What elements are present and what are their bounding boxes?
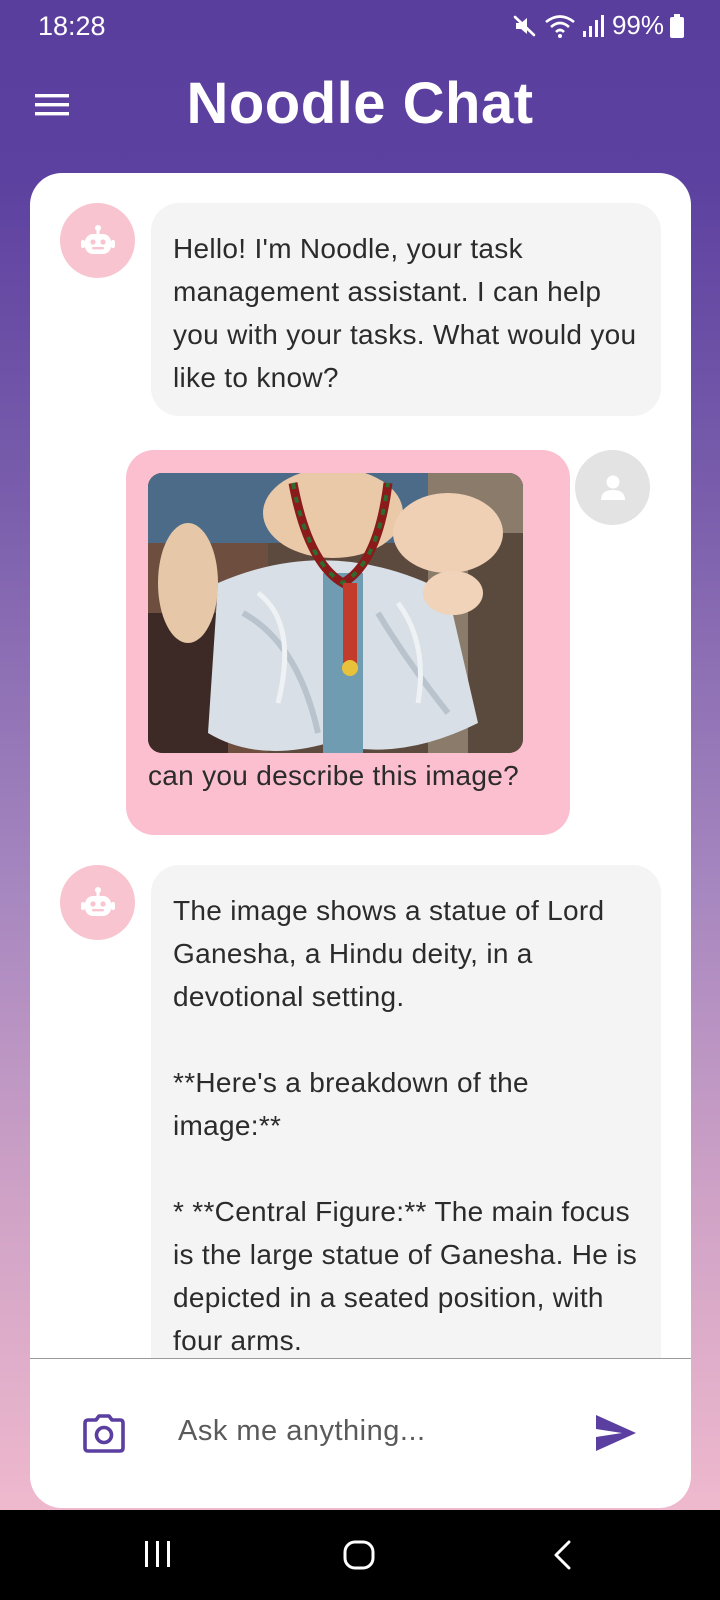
recent-apps-icon xyxy=(145,1541,170,1567)
bot-message-text: The image shows a statue of Lord Ganesha… xyxy=(173,895,638,1356)
bot-message-bubble: The image shows a statue of Lord Ganesha… xyxy=(151,865,661,1358)
robot-icon xyxy=(80,886,115,916)
back-button[interactable] xyxy=(551,1540,573,1575)
battery-icon xyxy=(670,13,684,38)
status-icons: 99% xyxy=(512,10,684,41)
user-avatar xyxy=(575,450,650,525)
bot-avatar xyxy=(60,865,135,940)
wifi-icon xyxy=(544,13,576,39)
send-button[interactable] xyxy=(594,1413,638,1453)
bot-avatar xyxy=(60,203,135,278)
camera-icon xyxy=(83,1414,125,1453)
bot-message-text: Hello! I'm Noodle, your task management … xyxy=(173,233,637,393)
message-list[interactable]: Hello! I'm Noodle, your task management … xyxy=(30,173,691,1358)
send-icon xyxy=(596,1415,636,1451)
user-message-text: can you describe this image? xyxy=(148,760,520,791)
message-input[interactable] xyxy=(178,1401,558,1461)
bot-message-bubble: Hello! I'm Noodle, your task management … xyxy=(151,203,661,416)
home-icon xyxy=(343,1540,375,1570)
back-icon xyxy=(554,1540,571,1570)
input-row xyxy=(30,1359,691,1508)
status-time: 18:28 xyxy=(38,11,106,41)
home-button[interactable] xyxy=(343,1540,375,1575)
chat-card: Hello! I'm Noodle, your task management … xyxy=(30,173,691,1508)
attached-image[interactable] xyxy=(148,473,523,753)
battery-percent: 99% xyxy=(611,10,664,40)
recent-apps-button[interactable] xyxy=(143,1540,173,1573)
person-icon xyxy=(600,475,625,500)
robot-icon xyxy=(80,224,115,254)
system-nav-bar xyxy=(0,1510,720,1600)
app-title: Noodle Chat xyxy=(186,71,534,136)
signal-icon xyxy=(582,14,604,38)
status-bar: 18:28 99% xyxy=(0,0,720,52)
camera-button[interactable] xyxy=(83,1414,125,1454)
user-message-bubble: can you describe this image? xyxy=(126,450,570,835)
mute-icon xyxy=(512,13,538,39)
app-bar: Noodle Chat xyxy=(0,60,720,150)
